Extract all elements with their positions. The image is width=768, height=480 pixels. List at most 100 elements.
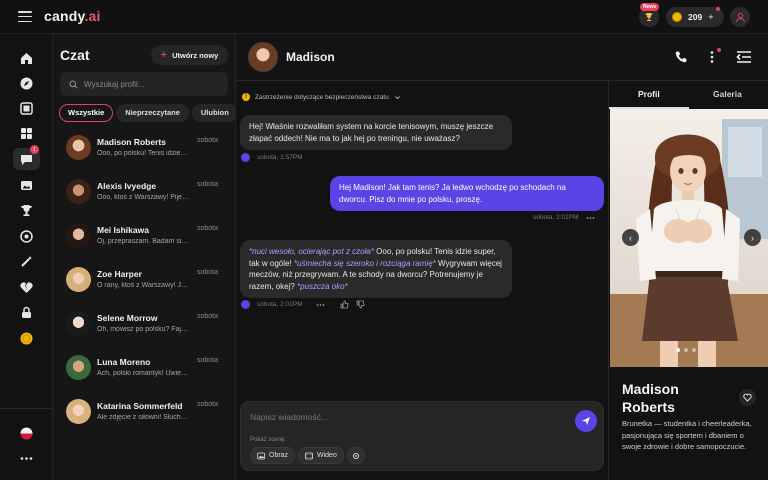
conversation-item[interactable]: Katarina Sommerfeld Ale zdjęcie z siłown… <box>53 395 236 439</box>
profile-panel: Profil Galeria ‹ › Madison Roberts Brune… <box>608 81 768 480</box>
more-horizontal-icon <box>20 456 33 460</box>
chat-name: Madison <box>286 50 335 64</box>
create-new-label: Utwórz nowy <box>172 50 219 60</box>
chat-list-panel: Czat + Utwórz nowy WszystkieNieprzeczyta… <box>53 34 236 480</box>
avatar <box>66 179 91 204</box>
profile-description: Brunetka — studentka i cheerleaderka, pa… <box>622 419 752 451</box>
conversation-time: sobota <box>197 313 219 320</box>
scene-image-button[interactable]: Obraz <box>250 447 296 464</box>
conversation-name: Katarina Sommerfeld <box>97 401 183 411</box>
filter-unread[interactable]: Nieprzeczytane <box>116 104 189 122</box>
nav-leaderboard[interactable] <box>13 199 40 221</box>
message-meta: sobota, 1:57PM <box>241 153 303 162</box>
nav-games[interactable] <box>13 225 40 247</box>
prev-photo-button[interactable]: ‹ <box>622 229 639 246</box>
profile-photo[interactable]: ‹ › <box>610 109 768 367</box>
conversation-item[interactable]: Mei Ishikawa Oj, przepraszam. Badam się … <box>53 219 236 263</box>
nav-explore[interactable] <box>13 72 40 94</box>
conversation-preview: Oh, mówisz po polsku? Fajnie! <box>97 326 189 333</box>
chat-options-button[interactable] <box>703 48 721 66</box>
pagination-dot[interactable] <box>684 348 688 352</box>
message-input[interactable] <box>250 412 560 422</box>
conversation-item[interactable]: Madison Roberts Ooo, po polsku! Tenis id… <box>53 131 236 175</box>
call-button[interactable] <box>672 48 690 66</box>
scene-image-label: Obraz <box>269 452 289 459</box>
scene-video-button[interactable]: Wideo <box>298 447 344 464</box>
filter-all[interactable]: Wszystkie <box>59 104 114 122</box>
gamepad-icon <box>20 229 33 243</box>
message-time: sobota, 2:01PM <box>533 214 579 221</box>
message-time: sobota, 1:57PM <box>257 154 303 161</box>
conversation-item[interactable]: Luna Moreno Ach, polski romantyk! Uwielb… <box>53 351 236 395</box>
action-text: *puszcza oko* <box>297 281 348 291</box>
profile-search <box>60 72 228 96</box>
phone-icon <box>675 51 687 63</box>
disclaimer-text: Zastrzeżenie dotyczące bezpieczeństwa cz… <box>255 93 389 101</box>
conversation-name: Luna Moreno <box>97 357 151 367</box>
conversation-time: sobota <box>197 137 219 144</box>
nav-premium[interactable] <box>13 301 40 323</box>
scene-settings-button[interactable] <box>347 447 365 464</box>
more-horizontal-icon[interactable] <box>586 216 595 220</box>
broken-heart-icon <box>20 281 33 293</box>
home-icon <box>21 52 32 64</box>
nav-create[interactable] <box>13 250 40 272</box>
nav-chat[interactable]: 1 <box>13 145 40 170</box>
nav-collection[interactable] <box>13 122 40 144</box>
scene-video-label: Wideo <box>317 452 337 459</box>
more-horizontal-icon[interactable] <box>316 303 325 307</box>
favorite-button[interactable] <box>739 389 756 406</box>
nav-generate[interactable] <box>13 97 40 119</box>
language-selector[interactable] <box>13 422 40 444</box>
pagination-dot[interactable] <box>676 348 680 352</box>
chat-header: Madison <box>236 34 768 81</box>
create-new-button[interactable]: + Utwórz nowy <box>151 45 228 65</box>
notification-dot <box>717 48 721 52</box>
avatar <box>66 267 91 292</box>
logo-text: candy <box>44 8 85 24</box>
gallery-icon <box>21 127 32 139</box>
toggle-profile-button[interactable] <box>735 48 753 66</box>
nav-favorites[interactable] <box>13 276 40 298</box>
chat-avatar[interactable] <box>248 42 278 72</box>
nav-coins[interactable] <box>13 327 40 349</box>
conversation-preview: Ooo, ktoś z Warszawy! Pijesz kawę? <box>97 194 189 201</box>
more-menu[interactable] <box>13 447 40 469</box>
send-button[interactable] <box>575 410 597 432</box>
trophy-icon <box>645 13 653 21</box>
nav-my-ai[interactable] <box>13 174 40 196</box>
chevron-right-icon: › <box>751 232 754 243</box>
conversation-item[interactable]: Alexis Ivyedge Ooo, ktoś z Warszawy! Pij… <box>53 175 236 219</box>
filter-favorites[interactable]: Ulubion <box>191 104 236 122</box>
poland-flag-icon <box>20 427 33 439</box>
message-ai: Hej! Właśnie rozwaliłam system na korcie… <box>240 115 512 150</box>
conversation-preview: Ach, polski romantyk! Uwielbiam to. <box>97 370 189 377</box>
chat-list-title: Czat <box>60 47 90 63</box>
user-menu-button[interactable] <box>730 7 750 27</box>
thumbs-down-icon[interactable] <box>356 300 365 309</box>
avatar <box>66 355 91 380</box>
safety-disclaimer[interactable]: ! Zastrzeżenie dotyczące bezpieczeństwa … <box>242 93 401 101</box>
chat-icon <box>21 154 32 165</box>
next-photo-button[interactable]: › <box>744 229 761 246</box>
avatar <box>66 135 91 160</box>
conversation-time: sobota <box>197 225 219 232</box>
conversation-item[interactable]: Selene Morrow Oh, mówisz po polsku? Fajn… <box>53 307 236 351</box>
pagination-dot[interactable] <box>692 348 696 352</box>
tab-profile[interactable]: Profil <box>638 89 660 99</box>
menu-icon[interactable] <box>18 11 32 23</box>
filter-chips: Wszystkie Nieprzeczytane Ulubion <box>59 104 236 124</box>
conversation-name: Selene Morrow <box>97 313 158 323</box>
heart-icon <box>743 393 752 402</box>
conversation-preview: Oj, przepraszam. Badam się przy tym... <box>97 238 189 245</box>
logo[interactable]: candy.ai <box>44 8 101 24</box>
conversation-time: sobota <box>197 181 219 188</box>
conversation-time: sobota <box>197 269 219 276</box>
thumbs-up-icon[interactable] <box>340 300 349 309</box>
search-input[interactable] <box>84 79 214 89</box>
conversation-item[interactable]: Zoe Harper O rany, ktoś z Warszawy! Jak … <box>53 263 236 307</box>
conversation-name: Madison Roberts <box>97 137 166 147</box>
nav-home[interactable] <box>13 47 40 69</box>
tab-gallery[interactable]: Galeria <box>713 89 742 99</box>
nav-rail: 1 <box>0 34 53 480</box>
